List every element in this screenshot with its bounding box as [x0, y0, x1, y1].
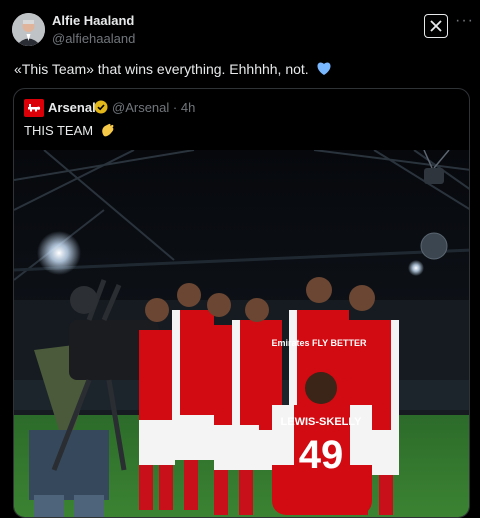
quoted-text-row: THIS TEAM — [24, 122, 116, 141]
clapping-hands-icon — [100, 122, 116, 141]
shirt-sponsor: Emirates FLY BETTER — [271, 338, 367, 348]
quoted-meta: @Arsenal · 4h — [112, 100, 195, 115]
meta-separator: · — [172, 100, 178, 115]
tweet-header: Alfie Haaland @alfiehaaland ··· — [0, 0, 480, 56]
shirt-number: 49 — [299, 433, 344, 477]
verified-badge-icon — [94, 100, 108, 114]
quoted-author-handle[interactable]: @Arsenal — [112, 100, 169, 115]
arsenal-logo — [24, 99, 44, 117]
quoted-timestamp[interactable]: 4h — [181, 100, 195, 115]
tweet-text: «This Team» that wins everything. Ehhhhh… — [14, 61, 309, 77]
author-avatar[interactable] — [12, 13, 45, 46]
author-name[interactable]: Alfie Haaland — [52, 13, 134, 28]
tweet-text-row: «This Team» that wins everything. Ehhhhh… — [14, 61, 332, 79]
quoted-tweet-card[interactable]: Arsenal @Arsenal · 4h THIS TEAM LEWIS-SK… — [13, 88, 470, 518]
x-logo-icon[interactable] — [424, 14, 448, 38]
team-photo-illustration: LEWIS-SKELLY 49 Emirates FLY BETTER — [14, 149, 469, 517]
more-options-icon[interactable]: ··· — [455, 12, 474, 30]
quoted-text: THIS TEAM — [24, 123, 94, 138]
author-handle[interactable]: @alfiehaaland — [52, 31, 135, 46]
team-photo[interactable]: LEWIS-SKELLY 49 Emirates FLY BETTER — [14, 149, 469, 517]
blue-heart-icon — [316, 61, 332, 79]
shirt-name: LEWIS-SKELLY — [281, 416, 363, 428]
quoted-author-name[interactable]: Arsenal — [48, 100, 96, 115]
